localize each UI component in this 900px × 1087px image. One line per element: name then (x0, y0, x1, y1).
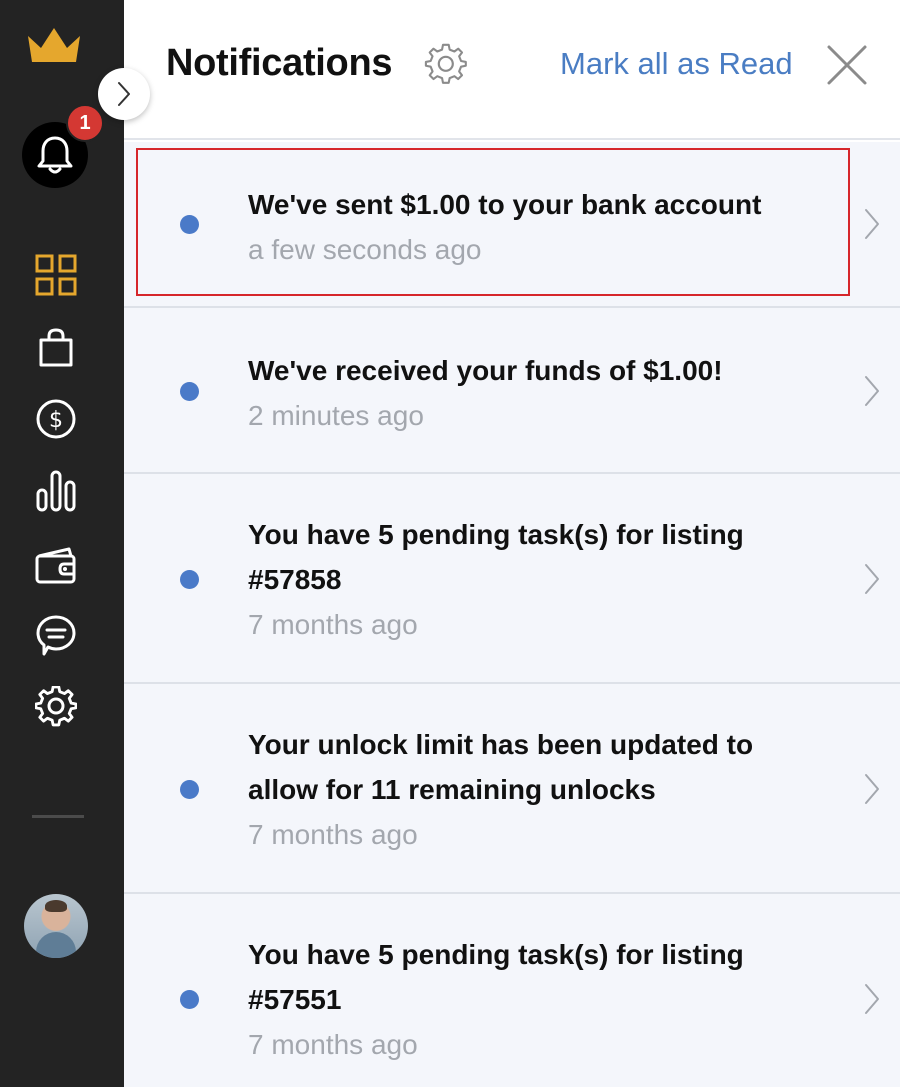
dollar-icon: $ (36, 399, 76, 439)
gear-icon (35, 686, 77, 727)
collapse-toggle-button[interactable] (98, 68, 150, 120)
dashboard-icon (35, 254, 77, 296)
notification-count-badge: 1 (66, 104, 104, 142)
bell-icon (37, 136, 73, 174)
chevron-right-icon (865, 984, 879, 1014)
chevron-right-icon (865, 209, 879, 239)
notifications-button[interactable]: 1 (0, 104, 124, 188)
wallet-icon (35, 547, 76, 584)
notification-message: Your unlock limit has been updated to al… (248, 729, 754, 805)
notification-item[interactable]: Your unlock limit has been updated to al… (124, 684, 900, 894)
close-icon (827, 45, 867, 85)
close-button[interactable] (826, 44, 868, 91)
notification-message: We've sent $1.00 to your bank account (248, 189, 762, 220)
bell-button[interactable]: 1 (22, 104, 104, 188)
sidebar: 1 $ (0, 0, 124, 1087)
notification-item[interactable]: We've received your funds of $1.00! 2 mi… (124, 308, 900, 474)
notification-message: You have 5 pending task(s) for listing #… (248, 519, 744, 595)
unread-dot (180, 780, 199, 799)
page-title: Notifications (166, 42, 393, 84)
chevron-right-icon (865, 564, 879, 594)
notification-list: We've sent $1.00 to your bank account a … (124, 142, 900, 1087)
shopping-bag-icon (39, 328, 73, 367)
sidebar-item-wallet[interactable] (0, 546, 124, 584)
notification-time: 7 months ago (248, 819, 418, 850)
mark-all-read-link[interactable]: Mark all as Read (560, 46, 793, 82)
unread-dot (180, 215, 199, 234)
crown-logo[interactable] (0, 26, 124, 66)
notification-message: You have 5 pending task(s) for listing #… (248, 939, 744, 1015)
sidebar-divider (32, 815, 84, 818)
notification-settings-button[interactable] (424, 42, 468, 91)
chevron-right-icon (865, 774, 879, 804)
notification-time: a few seconds ago (248, 234, 482, 265)
notification-time: 2 minutes ago (248, 400, 424, 431)
sidebar-item-dashboard[interactable] (0, 254, 124, 296)
notification-message: We've received your funds of $1.00! (248, 355, 723, 386)
notification-item[interactable]: You have 5 pending task(s) for listing #… (124, 474, 900, 684)
bar-chart-icon (36, 470, 76, 512)
notifications-header: Notifications Mark all as Read (124, 0, 900, 140)
sidebar-item-messages[interactable] (0, 614, 124, 656)
notification-item[interactable]: You have 5 pending task(s) for listing #… (124, 894, 900, 1087)
notification-time: 7 months ago (248, 1029, 418, 1060)
sidebar-item-settings[interactable] (0, 686, 124, 728)
avatar[interactable] (24, 894, 88, 958)
chevron-right-icon (118, 82, 130, 106)
sidebar-item-payments[interactable]: $ (0, 398, 124, 440)
chat-icon (36, 615, 76, 656)
unread-dot (180, 570, 199, 589)
chevron-right-icon (865, 376, 879, 406)
unread-dot (180, 990, 199, 1009)
sidebar-item-analytics[interactable] (0, 470, 124, 512)
notification-item[interactable]: We've sent $1.00 to your bank account a … (124, 142, 900, 308)
svg-text:$: $ (49, 408, 63, 433)
unread-dot (180, 382, 199, 401)
notification-time: 7 months ago (248, 609, 418, 640)
gear-icon (424, 43, 467, 84)
sidebar-item-shop[interactable] (0, 328, 124, 368)
crown-icon (28, 28, 80, 62)
